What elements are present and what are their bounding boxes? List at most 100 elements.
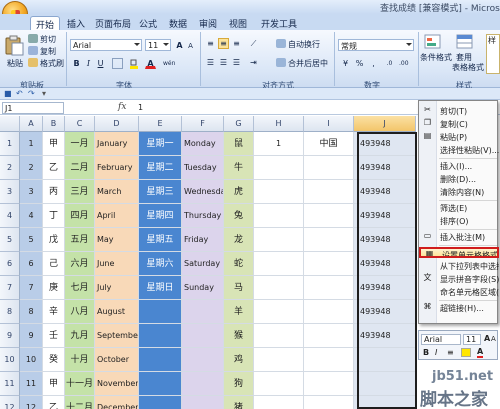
cell-g12[interactable]: 猪 xyxy=(224,396,254,409)
cell-b9[interactable]: 壬 xyxy=(43,324,65,348)
cell-h4[interactable] xyxy=(254,204,304,228)
context-menu-item[interactable]: ⌘ 超链接(H)... xyxy=(419,302,499,314)
cell-e8[interactable] xyxy=(139,300,182,324)
decrease-decimal-button[interactable]: .00 xyxy=(398,58,409,69)
insert-function-icon[interactable]: fx xyxy=(118,102,126,112)
cell-f4[interactable]: Thursday xyxy=(182,204,224,228)
cell-h5[interactable] xyxy=(254,228,304,252)
cell-h10[interactable] xyxy=(254,348,304,372)
cell-c7[interactable]: 七月 xyxy=(65,276,95,300)
tab-developer[interactable]: 开发工具 xyxy=(256,16,302,30)
copy-button[interactable]: 复制 xyxy=(28,46,56,57)
cell-c5[interactable]: 五月 xyxy=(65,228,95,252)
cell-f9[interactable] xyxy=(182,324,224,348)
cell-f5[interactable]: Friday xyxy=(182,228,224,252)
cell-g4[interactable]: 兔 xyxy=(224,204,254,228)
mini-fill-color-button[interactable] xyxy=(461,348,471,357)
cell-h1[interactable]: 1 xyxy=(254,132,304,156)
cell-a1[interactable]: 1 xyxy=(20,132,43,156)
context-menu-item[interactable]: 从下拉列表中选择(K)... xyxy=(419,260,499,271)
cell-d1[interactable]: January xyxy=(95,132,139,156)
mini-font-color-button[interactable]: A xyxy=(477,347,484,358)
align-right-button[interactable]: ☰ xyxy=(231,57,242,68)
cell-g11[interactable]: 狗 xyxy=(224,372,254,396)
cell-g8[interactable]: 羊 xyxy=(224,300,254,324)
cell-c2[interactable]: 二月 xyxy=(65,156,95,180)
conditional-format-button[interactable] xyxy=(424,34,442,50)
cell-d7[interactable]: July xyxy=(95,276,139,300)
tab-insert[interactable]: 插入 xyxy=(62,16,90,30)
context-menu-item[interactable]: 文显示拼音字段(S) xyxy=(419,273,500,285)
cell-d12[interactable]: December xyxy=(95,396,139,409)
cell-style-preview[interactable]: 样 xyxy=(486,34,500,74)
column-header-b[interactable]: B xyxy=(43,116,65,132)
cell-i9[interactable] xyxy=(304,324,354,348)
context-menu-item[interactable]: 清除内容(N) xyxy=(419,186,499,197)
formula-input[interactable]: 1 xyxy=(138,103,143,112)
cell-e10[interactable] xyxy=(139,348,182,372)
mini-italic-button[interactable]: I xyxy=(435,348,437,357)
font-name-combo[interactable]: Arial xyxy=(70,39,142,51)
cell-b12[interactable]: 乙 xyxy=(43,396,65,409)
column-header-j[interactable]: J xyxy=(354,116,416,132)
context-menu-item[interactable]: 选择性粘贴(V)... xyxy=(419,144,499,155)
cell-a9[interactable]: 9 xyxy=(20,324,43,348)
cell-c10[interactable]: 十月 xyxy=(65,348,95,372)
context-menu-item[interactable]: ▦ 设置单元格格式(F)... xyxy=(419,247,499,258)
cell-b2[interactable]: 乙 xyxy=(43,156,65,180)
cell-a11[interactable]: 11 xyxy=(20,372,43,396)
cell-f2[interactable]: Tuesday xyxy=(182,156,224,180)
fill-color-button[interactable] xyxy=(128,58,139,69)
row-header-2[interactable]: 2 xyxy=(0,156,20,180)
cell-a6[interactable]: 6 xyxy=(20,252,43,276)
cell-d9[interactable]: September xyxy=(95,324,139,348)
cell-h11[interactable] xyxy=(254,372,304,396)
cell-c6[interactable]: 六月 xyxy=(65,252,95,276)
cell-d8[interactable]: August xyxy=(95,300,139,324)
cell-i3[interactable] xyxy=(304,180,354,204)
cell-a5[interactable]: 5 xyxy=(20,228,43,252)
cell-e7[interactable]: 星期日 xyxy=(139,276,182,300)
align-middle-button[interactable]: ≡ xyxy=(218,38,229,49)
name-box[interactable]: J1 xyxy=(2,102,64,114)
cell-j11[interactable] xyxy=(354,372,416,396)
cut-button[interactable]: 剪切 xyxy=(28,34,56,45)
cell-f1[interactable]: Monday xyxy=(182,132,224,156)
cell-g1[interactable]: 鼠 xyxy=(224,132,254,156)
cell-f3[interactable]: Wednesday xyxy=(182,180,224,204)
cell-j5[interactable]: 493948 xyxy=(354,228,416,252)
cell-i4[interactable] xyxy=(304,204,354,228)
cell-j9[interactable]: 493948 xyxy=(354,324,416,348)
cell-e1[interactable]: 星期一 xyxy=(139,132,182,156)
align-bottom-button[interactable]: ≡ xyxy=(231,38,242,49)
cell-d5[interactable]: May xyxy=(95,228,139,252)
cell-i6[interactable] xyxy=(304,252,354,276)
row-header-10[interactable]: 10 xyxy=(0,348,20,372)
cell-d4[interactable]: April xyxy=(95,204,139,228)
row-header-12[interactable]: 12 xyxy=(0,396,20,409)
tab-view[interactable]: 视图 xyxy=(224,16,252,30)
cell-g3[interactable]: 虎 xyxy=(224,180,254,204)
context-menu-item[interactable]: ▭ 插入批注(M) xyxy=(419,231,499,243)
cell-e12[interactable] xyxy=(139,396,182,409)
tab-page-layout[interactable]: 页面布局 xyxy=(90,16,136,30)
cell-d2[interactable]: February xyxy=(95,156,139,180)
select-all-corner[interactable] xyxy=(0,116,20,132)
row-header-11[interactable]: 11 xyxy=(0,372,20,396)
cell-g9[interactable]: 猴 xyxy=(224,324,254,348)
tab-data[interactable]: 数据 xyxy=(164,16,192,30)
cell-b7[interactable]: 庚 xyxy=(43,276,65,300)
cell-j7[interactable]: 493948 xyxy=(354,276,416,300)
cell-e5[interactable]: 星期五 xyxy=(139,228,182,252)
font-size-combo[interactable]: 11 xyxy=(145,39,171,51)
cell-h7[interactable] xyxy=(254,276,304,300)
row-header-3[interactable]: 3 xyxy=(0,180,20,204)
bold-button[interactable]: B xyxy=(71,58,82,69)
mini-grow-font-button[interactable]: A xyxy=(484,334,490,343)
border-button[interactable] xyxy=(112,58,123,69)
cell-i7[interactable] xyxy=(304,276,354,300)
cell-h8[interactable] xyxy=(254,300,304,324)
cell-e2[interactable]: 星期二 xyxy=(139,156,182,180)
align-top-button[interactable]: ≡ xyxy=(205,38,216,49)
cell-a4[interactable]: 4 xyxy=(20,204,43,228)
